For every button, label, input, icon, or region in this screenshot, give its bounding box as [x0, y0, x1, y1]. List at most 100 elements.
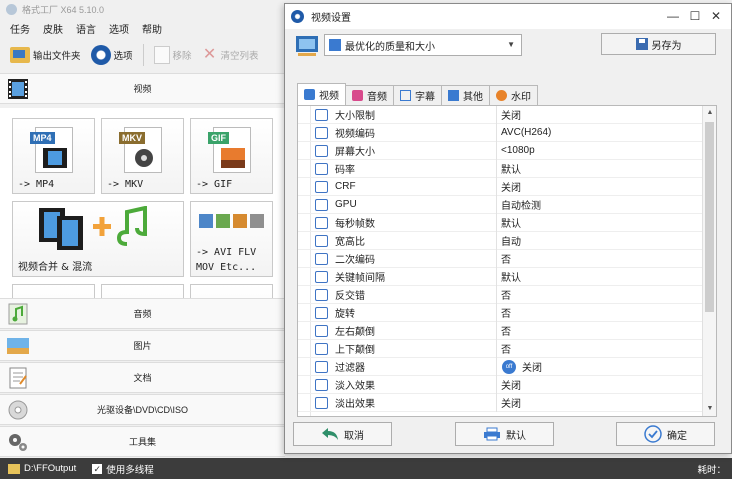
convert-avi-label-line1: -> AVI FLV: [196, 247, 257, 258]
menu-language[interactable]: 语言: [76, 21, 96, 36]
multithread-checkbox[interactable]: ✓: [92, 463, 103, 474]
setting-value[interactable]: 自动检测: [501, 197, 541, 212]
category-disc[interactable]: 光驱设备\DVD\CD\ISO: [0, 394, 285, 425]
setting-value[interactable]: 否: [501, 287, 511, 302]
setting-value[interactable]: 关闭: [501, 107, 521, 122]
flip-horizontal-icon: [315, 325, 328, 337]
remove-button[interactable]: 移除: [153, 46, 192, 64]
options-button[interactable]: 选项: [90, 45, 133, 65]
category-image[interactable]: 图片: [0, 330, 285, 361]
setting-value[interactable]: 关闭: [501, 395, 521, 410]
toolbar: 输出文件夹 选项 移除 ✕ 清空列表: [0, 40, 285, 70]
setting-name: 左右颠倒: [335, 327, 375, 338]
category-document-label: 文档: [133, 373, 152, 383]
clear-list-label: 清空列表: [220, 51, 259, 62]
more-video-tile-2[interactable]: [101, 284, 184, 298]
save-as-button[interactable]: 另存为: [601, 33, 716, 55]
maximize-icon[interactable]: ☐: [687, 8, 703, 24]
rotate-icon: [315, 307, 328, 319]
setting-value[interactable]: 否: [501, 305, 511, 320]
two-pass-icon: [315, 253, 328, 265]
tab-subtitle-icon: [400, 90, 411, 101]
merge-mux-tile[interactable]: 视频合并 & 混流: [12, 201, 184, 277]
setting-value[interactable]: 默认: [501, 161, 521, 176]
preset-dropdown[interactable]: 最优化的质量和大小 ▼: [324, 34, 522, 56]
category-video[interactable]: 视频: [0, 73, 285, 104]
setting-name: 屏幕大小: [335, 147, 375, 158]
scroll-up-icon[interactable]: ▲: [703, 106, 716, 120]
tab-video-label: 视频: [319, 91, 339, 102]
setting-row[interactable]: 淡入效果 关闭: [298, 376, 702, 394]
tab-audio[interactable]: 音频: [345, 85, 394, 105]
convert-mkv-tile[interactable]: MKV -> MKV: [101, 118, 184, 194]
clear-list-button[interactable]: ✕ 清空列表: [202, 46, 259, 64]
setting-row[interactable]: 过滤器 off 关闭: [298, 358, 702, 376]
setting-row[interactable]: 屏幕大小 <1080p: [298, 142, 702, 160]
setting-row[interactable]: 上下颠倒 否: [298, 340, 702, 358]
cancel-button[interactable]: 取消: [293, 422, 392, 446]
menu-skin[interactable]: 皮肤: [43, 21, 63, 36]
output-folder-button[interactable]: 输出文件夹: [10, 47, 81, 63]
setting-row[interactable]: 大小限制 关闭: [298, 106, 702, 124]
ok-button[interactable]: 确定: [616, 422, 715, 446]
close-icon[interactable]: ✕: [708, 8, 724, 24]
tab-other[interactable]: 其他: [441, 85, 490, 105]
menu-task[interactable]: 任务: [10, 21, 30, 36]
setting-value[interactable]: 否: [501, 341, 511, 356]
filter-off-icon: off: [502, 360, 516, 374]
tab-watermark[interactable]: 水印: [489, 85, 538, 105]
setting-value[interactable]: <1080p: [501, 145, 535, 156]
setting-row[interactable]: 淡出效果 关闭: [298, 394, 702, 412]
setting-value[interactable]: 默认: [501, 215, 521, 230]
setting-row[interactable]: GPU 自动检测: [298, 196, 702, 214]
setting-value[interactable]: 否: [501, 323, 511, 338]
more-video-tile-3[interactable]: [190, 284, 273, 298]
category-audio[interactable]: 音频: [0, 298, 285, 329]
setting-row[interactable]: 每秒帧数 默认: [298, 214, 702, 232]
convert-mp4-label: -> MP4: [18, 179, 55, 190]
tab-audio-icon: [352, 90, 363, 101]
setting-row[interactable]: 旋转 否: [298, 304, 702, 322]
tab-video[interactable]: 视频: [297, 83, 346, 105]
scroll-down-icon[interactable]: ▼: [703, 402, 716, 416]
minimize-icon[interactable]: —: [665, 8, 681, 24]
setting-value[interactable]: 自动: [501, 233, 521, 248]
vertical-scrollbar[interactable]: ▲ ▼: [702, 106, 716, 416]
setting-value[interactable]: 关闭: [501, 377, 521, 392]
menu-help[interactable]: 帮助: [142, 21, 162, 36]
setting-row[interactable]: 反交错 否: [298, 286, 702, 304]
setting-value[interactable]: 关闭: [522, 359, 542, 374]
setting-row[interactable]: 二次编码 否: [298, 250, 702, 268]
setting-name: CRF: [335, 181, 356, 192]
toolbar-divider: [142, 44, 144, 66]
convert-avi-tile[interactable]: -> AVI FLV MOV Etc...: [190, 201, 273, 277]
preset-icon: [296, 36, 318, 56]
setting-row[interactable]: 左右颠倒 否: [298, 322, 702, 340]
default-button[interactable]: 默认: [455, 422, 554, 446]
setting-value[interactable]: 否: [501, 251, 511, 266]
setting-row[interactable]: 关键帧间隔 默认: [298, 268, 702, 286]
setting-name: 宽高比: [335, 237, 365, 248]
menu-options[interactable]: 选项: [109, 21, 129, 36]
status-bar: D:\FFOutput ✓ 使用多线程 耗时：: [0, 458, 732, 479]
convert-mp4-tile[interactable]: MP4 -> MP4: [12, 118, 95, 194]
category-tools[interactable]: 工具集: [0, 426, 285, 457]
scroll-thumb[interactable]: [705, 122, 714, 312]
options-label: 选项: [113, 51, 133, 62]
setting-value[interactable]: 关闭: [501, 179, 521, 194]
crf-icon: [315, 181, 328, 193]
convert-gif-tile[interactable]: GIF -> GIF: [190, 118, 273, 194]
filter-icon: [315, 361, 328, 373]
setting-value[interactable]: AVC(H264): [501, 127, 551, 138]
deinterlace-icon: [315, 289, 328, 301]
setting-value[interactable]: 默认: [501, 269, 521, 284]
output-path[interactable]: D:\FFOutput: [24, 463, 76, 474]
setting-row[interactable]: 宽高比 自动: [298, 232, 702, 250]
category-tools-label: 工具集: [128, 437, 156, 447]
setting-row[interactable]: 码率 默认: [298, 160, 702, 178]
setting-row[interactable]: CRF 关闭: [298, 178, 702, 196]
category-document[interactable]: 文档: [0, 362, 285, 393]
more-video-tile-1[interactable]: [12, 284, 95, 298]
tab-subtitle[interactable]: 字幕: [393, 85, 442, 105]
setting-row[interactable]: 视频编码 AVC(H264): [298, 124, 702, 142]
